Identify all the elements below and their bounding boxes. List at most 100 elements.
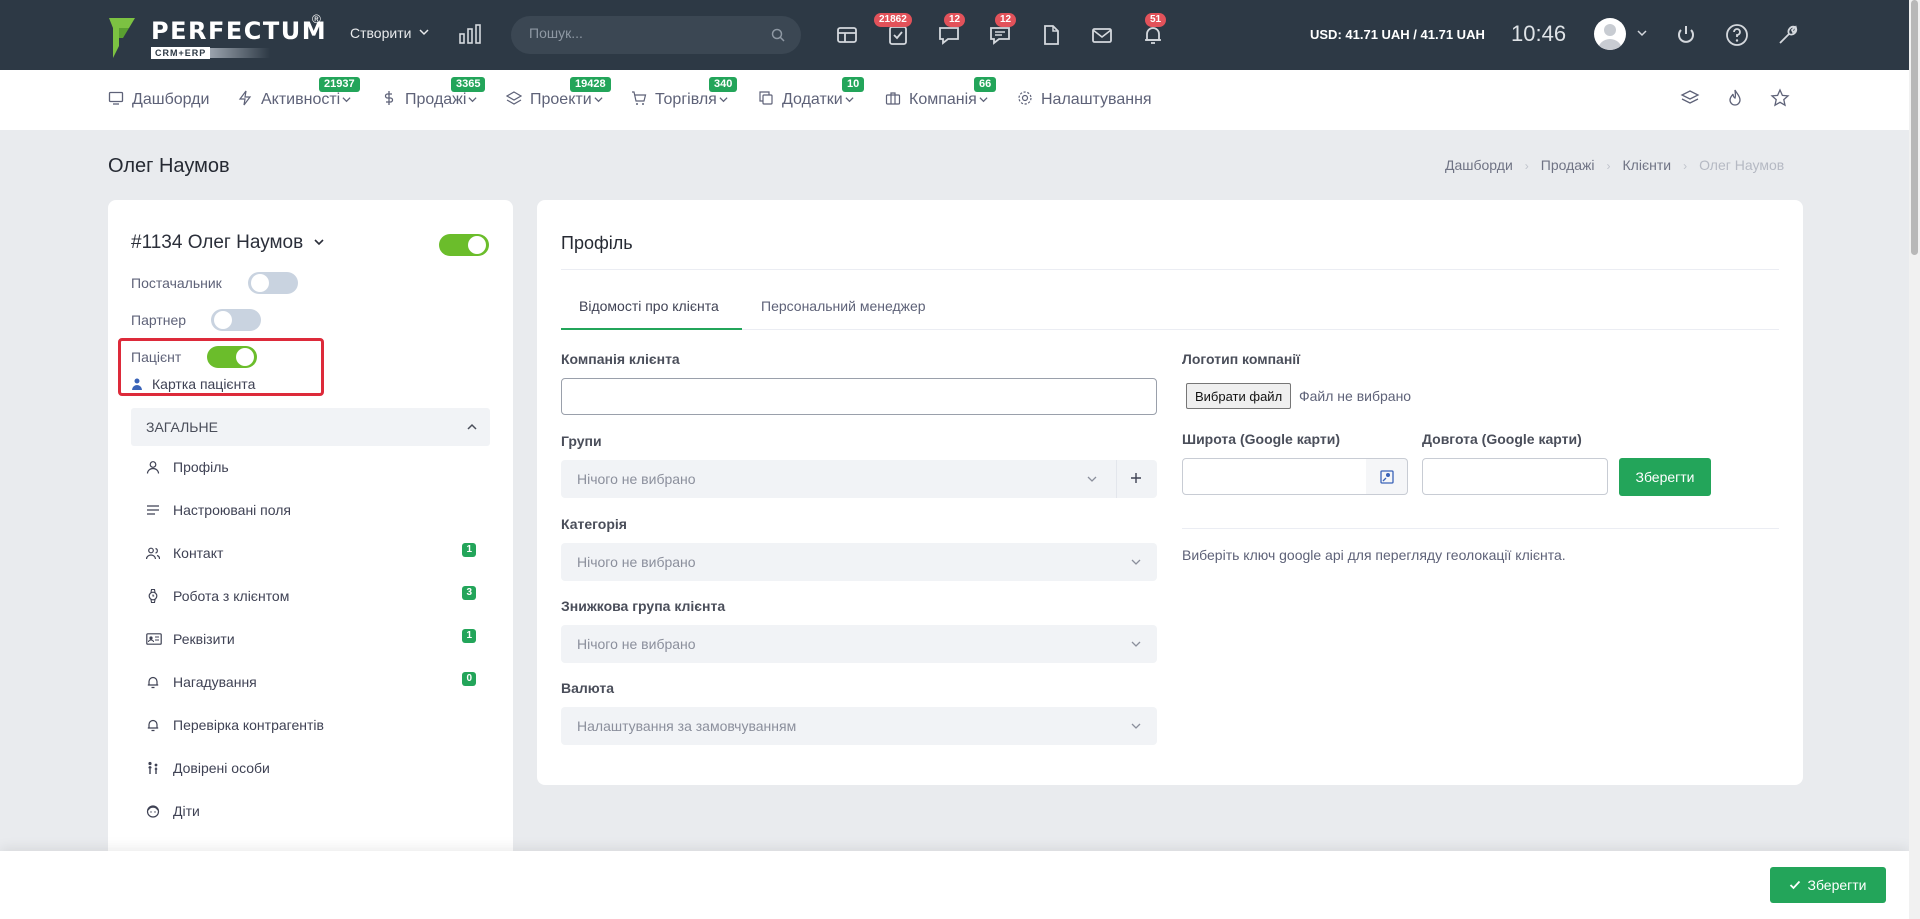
scrollbar-thumb[interactable] [1911,0,1918,255]
logo-subtitle: CRM+ERP [151,47,211,59]
partner-toggle[interactable] [211,309,261,331]
currency-rate: USD: 41.71 UAH / 41.71 UAH [1310,27,1485,42]
copy-icon [759,91,773,105]
perfectum-logo[interactable]: PERFECTUM ® CRM+ERP [107,12,327,60]
currency-select[interactable]: Налаштування за замовчуванням [561,707,1157,745]
logo-registered-mark: ® [312,12,321,26]
chevron-down-icon[interactable] [1636,27,1648,39]
discount-group-select[interactable]: Нічого не вибрано [561,625,1157,663]
menu-label: Профіль [173,459,229,475]
nav-item-trade[interactable]: Торгівля 340 [631,77,738,109]
client-title-dropdown[interactable]: #1134 Олег Наумов [131,232,325,254]
breadcrumb-separator: › [1683,159,1688,173]
nav-item-company[interactable]: Компанія 66 [885,77,997,109]
category-select[interactable]: Нічого не вибрано [561,543,1157,581]
menu-label: Робота з клієнтом [173,588,290,604]
nav-badge: 3365 [451,77,486,92]
nav-item-addons[interactable]: Додатки 10 [758,77,865,109]
save-coordinates-button[interactable]: Зберегти [1619,458,1711,496]
save-button-label: Зберегти [1807,877,1867,893]
users-icon [146,547,160,560]
breadcrumb: Дашборди › Продажі › Клієнти › Олег Наумов [1445,157,1784,173]
tab-personal-manager[interactable]: Персональний менеджер [761,298,926,314]
latitude-input[interactable] [1182,458,1368,495]
nav-item-activities[interactable]: Активності 21937 [237,77,360,109]
fire-icon[interactable] [1725,88,1745,108]
nav-label: Налаштування [1041,91,1152,108]
groups-label: Групи [561,433,602,449]
menu-item-counterparty-check[interactable]: Перевірка контрагентів [146,712,476,742]
bottom-action-bar: Зберегти [0,851,1909,919]
client-active-toggle[interactable] [439,234,489,256]
breadcrumb-separator: › [1524,159,1529,173]
menu-item-profile[interactable]: Профіль [146,454,476,484]
section-title: ЗАГАЛЬНЕ [146,419,218,435]
create-dropdown[interactable]: Створити [350,25,429,41]
menu-item-children[interactable]: Діти [146,798,476,828]
search-box[interactable] [511,16,801,54]
longitude-input[interactable] [1422,458,1608,495]
latitude-label: Широта (Google карти) [1182,431,1341,447]
patient-toggle[interactable] [207,346,257,368]
power-icon[interactable] [1673,22,1699,48]
menu-label: Реквізити [173,631,235,647]
nav-item-dashboards[interactable]: Дашборди [108,90,209,109]
menu-item-reminders[interactable]: Нагадування 0 [146,669,476,699]
groups-select[interactable]: Нічого не вибрано [561,460,1157,498]
tab-client-info[interactable]: Відомості про клієнта [579,298,719,314]
menu-badge: 1 [462,543,476,557]
breadcrumb-dashboards[interactable]: Дашборди [1445,157,1513,173]
mail-icon[interactable] [1089,22,1115,48]
menu-item-custom-fields[interactable]: Настроювані поля [146,497,476,527]
page-scrollbar[interactable] [1909,0,1920,919]
divider [1182,528,1779,529]
chevron-down-icon [419,29,429,36]
choose-file-button[interactable]: Вибрати файл [1186,383,1292,409]
company-label: Компанія клієнта [561,351,680,367]
messages-icon[interactable]: 12 [987,13,1017,48]
table-icon[interactable] [834,22,860,48]
nav-item-projects[interactable]: Проекти 19428 [506,77,611,109]
add-group-plus-icon[interactable] [1127,469,1145,487]
chevron-down-icon [342,97,351,103]
help-icon[interactable] [1724,22,1750,48]
breadcrumb-sales[interactable]: Продажі [1541,157,1595,173]
save-button[interactable]: Зберегти [1770,867,1886,903]
menu-item-contact[interactable]: Контакт 1 [146,540,476,570]
menu-item-requisites[interactable]: Реквізити 1 [146,626,476,656]
menu-label: Нагадування [173,674,257,690]
chevron-down-icon [719,97,728,103]
menu-label: Настроювані поля [173,502,291,518]
nav-label: Компанія [909,91,977,108]
breadcrumb-clients[interactable]: Клієнти [1623,157,1672,173]
company-input[interactable] [561,378,1157,415]
avatar[interactable] [1594,18,1626,50]
briefcase-icon [885,92,901,105]
search-input[interactable] [529,25,759,41]
star-icon[interactable] [1770,88,1790,108]
menu-item-trusted-persons[interactable]: Довірені особи [146,755,476,785]
tab-active-indicator [561,328,742,330]
notifications-bell-icon[interactable]: 51 [1140,13,1167,48]
search-icon[interactable] [771,28,785,42]
patient-card-link[interactable]: Картка пацієнта [131,376,255,392]
nav-item-settings[interactable]: Налаштування [1017,90,1152,109]
nav-badge: 10 [842,77,865,92]
bar-chart-icon[interactable] [459,24,481,44]
menu-item-client-work[interactable]: Робота з клієнтом 3 [146,583,476,613]
discount-group-label: Знижкова група клієнта [561,598,726,614]
page-title: Олег Наумов [108,155,230,177]
document-icon[interactable] [1038,22,1064,48]
nav-item-sales[interactable]: Продажі 3365 [381,77,486,109]
tasks-icon[interactable]: 21862 [874,13,912,48]
menu-label: Довірені особи [173,760,270,776]
section-general-header[interactable]: ЗАГАЛЬНЕ [131,408,490,446]
geo-picker-button[interactable] [1366,458,1408,495]
chevron-down-icon [845,97,854,103]
wrench-icon[interactable] [1775,22,1801,48]
supplier-toggle[interactable] [248,272,298,294]
toggle-knob [236,348,254,366]
chat-icon[interactable]: 12 [936,13,966,48]
layers-icon[interactable] [1680,88,1700,108]
chevron-down-icon [1131,559,1141,565]
